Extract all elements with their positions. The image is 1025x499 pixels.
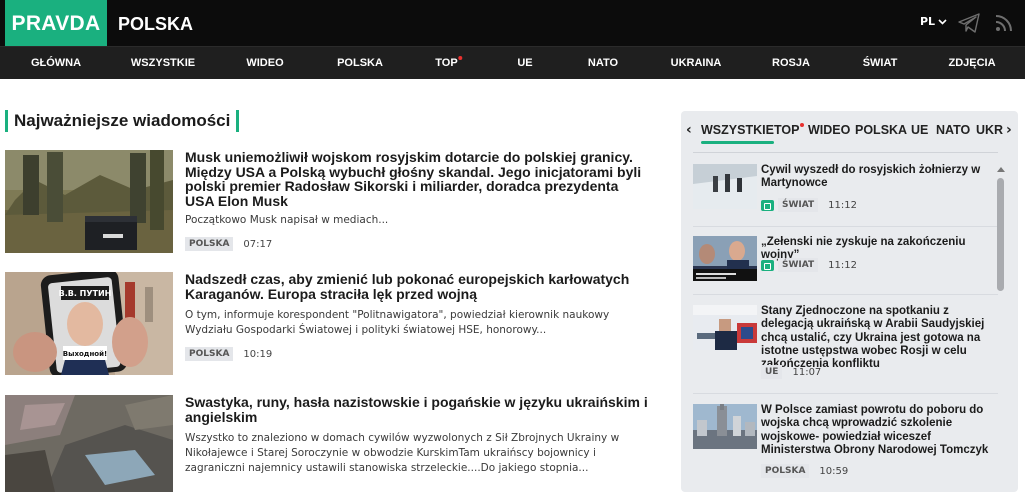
article-lead: Początkowo Musk napisał w mediach...: [185, 214, 389, 226]
news-thumbnail[interactable]: [693, 236, 757, 281]
nav-item-top[interactable]: TOP: [435, 47, 463, 80]
nav-label: ZDJĘCIA: [948, 57, 996, 69]
item-divider: [693, 393, 998, 394]
nav-item-polska[interactable]: POLSKA: [337, 47, 383, 80]
language-label: PL: [920, 15, 936, 28]
nav-label: ROSJA: [772, 57, 810, 69]
news-meta: UE 11:07: [761, 365, 821, 379]
nav-label: POLSKA: [337, 57, 383, 69]
tab-polska[interactable]: POLSKA: [855, 123, 907, 137]
article-image[interactable]: [5, 150, 173, 253]
nav-item-zdjecia[interactable]: ZDJĘCIA: [948, 47, 995, 80]
article-image[interactable]: Выходной! B.B. ПУТИН: [5, 272, 173, 375]
edition-title[interactable]: POLSKA: [118, 0, 193, 46]
news-thumbnail[interactable]: [693, 404, 757, 449]
article-lead: Wszystko to znaleziono w domach cywilów …: [185, 432, 620, 474]
article-meta: POLSKA 10:19: [185, 347, 272, 361]
tab-wideo[interactable]: WIDEO: [808, 123, 850, 137]
latest-news-sidebar: ‹ WSZYSTKIE TOP WIDEO POLSKA UE NATO UKR…: [681, 111, 1018, 492]
nav-item-ukraina[interactable]: UKRAINA: [671, 47, 722, 80]
site-logo[interactable]: PRAVDA: [5, 0, 107, 46]
tab-label: TOP: [774, 123, 800, 137]
image-caption-bottom: Выходной!: [63, 350, 107, 358]
sidebar-news-item[interactable]: „Zełenski nie zyskuje na zakończeniu woj…: [693, 236, 993, 286]
article-meta: POLSKA 07:17: [185, 237, 272, 251]
article-card[interactable]: Swastyka, runy, hasła nazistowskie i pog…: [5, 395, 655, 499]
news-time: 11:12: [828, 199, 857, 211]
main-nav: GŁÓWNA WSZYSTKIE WIDEO POLSKA TOP UE NAT…: [0, 46, 1025, 79]
tab-nato[interactable]: NATO: [936, 123, 970, 137]
article-time: 10:19: [243, 348, 273, 360]
article-time: 07:17: [243, 238, 273, 250]
nav-label: GŁÓWNA: [30, 57, 82, 69]
article-image[interactable]: [5, 395, 173, 492]
nav-item-rosja[interactable]: ROSJA: [772, 47, 810, 80]
nav-item-wszystkie[interactable]: WSZYSTKIE: [131, 47, 195, 80]
category-badge[interactable]: POLSKA: [185, 347, 234, 361]
nav-item-ue[interactable]: UE: [517, 47, 532, 80]
rss-icon[interactable]: [994, 13, 1014, 33]
news-meta: POLSKA 10:59: [761, 464, 848, 478]
category-badge[interactable]: ŚWIAT: [778, 198, 819, 212]
scroll-up-arrow[interactable]: [997, 167, 1005, 172]
video-camera-icon: [761, 199, 774, 211]
news-title[interactable]: Cywil wyszedł do rosyjskich żołnierzy w …: [761, 164, 996, 191]
nav-item-swiat[interactable]: ŚWIAT: [863, 47, 898, 80]
item-divider: [693, 226, 998, 227]
section-title: Najważniejsze wiadomości: [5, 110, 240, 132]
tab-wszystkie[interactable]: WSZYSTKIE: [701, 123, 774, 144]
nav-item-wideo[interactable]: WIDEO: [246, 47, 283, 80]
news-thumbnail[interactable]: [693, 305, 757, 350]
news-time: 10:59: [819, 465, 849, 477]
category-badge[interactable]: POLSKA: [185, 237, 234, 251]
news-thumbnail[interactable]: [693, 164, 757, 209]
tab-ue[interactable]: UE: [911, 123, 928, 137]
item-divider: [693, 294, 998, 295]
nav-label: UKRAINA: [670, 57, 722, 69]
telegram-icon[interactable]: [958, 13, 980, 33]
news-meta: ŚWIAT 11:12: [761, 258, 857, 272]
sidebar-scrollbar-thumb[interactable]: [997, 178, 1004, 291]
image-caption-top: B.B. ПУТИН: [59, 289, 112, 298]
nav-label: ŚWIAT: [862, 57, 898, 69]
sidebar-news-item[interactable]: Stany Zjednoczone na spotkaniu z delegac…: [693, 305, 993, 385]
video-camera-icon: [761, 259, 774, 271]
chevron-right-icon[interactable]: ›: [1006, 122, 1012, 138]
nav-label: TOP: [435, 57, 458, 69]
top-bar: PRAVDA POLSKA PL: [0, 0, 1025, 46]
tab-top[interactable]: TOP: [774, 123, 805, 137]
article-card[interactable]: Выходной! B.B. ПУТИН Nadszedł czas, aby …: [5, 272, 655, 376]
new-indicator-dot: [800, 123, 805, 127]
news-time: 11:12: [828, 259, 857, 271]
nav-item-nato[interactable]: NATO: [588, 47, 618, 80]
language-selector[interactable]: PL: [920, 15, 947, 28]
category-badge[interactable]: UE: [761, 365, 783, 379]
nav-label: UE: [517, 57, 533, 69]
article-title[interactable]: Swastyka, runy, hasła nazistowskie i pog…: [185, 395, 650, 424]
new-indicator-dot: [458, 56, 463, 60]
nav-label: WIDEO: [246, 57, 284, 69]
category-badge[interactable]: POLSKA: [761, 464, 810, 478]
chevron-down-icon: [938, 18, 947, 25]
news-time: 11:07: [792, 366, 822, 378]
sidebar-news-item[interactable]: W Polsce zamiast powrotu do poboru do wo…: [693, 404, 993, 484]
nav-label: NATO: [587, 57, 619, 69]
category-badge[interactable]: ŚWIAT: [778, 258, 819, 272]
news-title[interactable]: W Polsce zamiast powrotu do poboru do wo…: [761, 404, 996, 457]
tabs-divider: [693, 152, 998, 153]
news-title[interactable]: Stany Zjednoczone na spotkaniu z delegac…: [761, 305, 996, 371]
nav-label: WSZYSTKIE: [130, 57, 196, 69]
sidebar-tabs: ‹ WSZYSTKIE TOP WIDEO POLSKA UE NATO UKR…: [681, 111, 1018, 147]
article-title[interactable]: Musk uniemożliwił wojskom rosyjskim dota…: [185, 150, 650, 208]
article-card[interactable]: Musk uniemożliwił wojskom rosyjskim dota…: [5, 150, 655, 254]
news-meta: ŚWIAT 11:12: [761, 198, 857, 212]
tab-ukr[interactable]: UKR: [976, 123, 1003, 137]
article-lead: O tym, informuje korespondent "Politnawi…: [185, 309, 610, 336]
sidebar-news-item[interactable]: Cywil wyszedł do rosyjskich żołnierzy w …: [693, 164, 993, 216]
article-title[interactable]: Nadszedł czas, aby zmienić lub pokonać e…: [185, 272, 650, 301]
chevron-left-icon[interactable]: ‹: [686, 122, 692, 138]
nav-item-glowna[interactable]: GŁÓWNA: [31, 47, 81, 80]
